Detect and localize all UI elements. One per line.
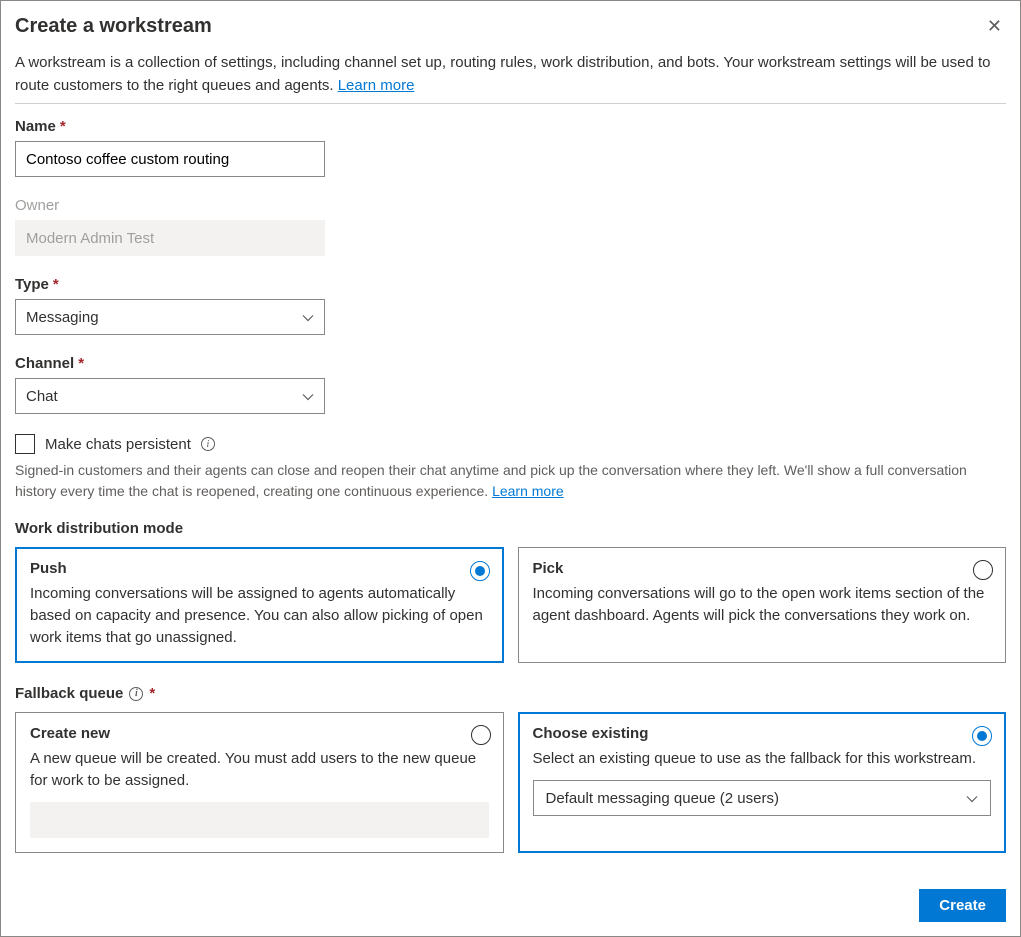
channel-value: Chat	[26, 388, 58, 405]
owner-value: Modern Admin Test	[26, 230, 154, 247]
choose-existing-desc: Select an existing queue to use as the f…	[533, 748, 992, 770]
info-icon[interactable]: i	[201, 437, 215, 451]
channel-label-text: Channel	[15, 355, 74, 372]
pick-title: Pick	[533, 560, 992, 577]
create-workstream-dialog: Create a workstream ✕ A workstream is a …	[0, 0, 1021, 937]
name-input[interactable]	[15, 141, 325, 177]
required-asterisk: *	[60, 118, 66, 135]
fallback-label: Fallback queue i *	[15, 685, 1006, 702]
dialog-title: Create a workstream	[15, 15, 212, 38]
info-icon[interactable]: i	[129, 687, 143, 701]
fallback-create-new-card[interactable]: Create new A new queue will be created. …	[15, 712, 504, 853]
type-value: Messaging	[26, 309, 99, 326]
fallback-cards: Create new A new queue will be created. …	[15, 712, 1006, 853]
description-text: A workstream is a collection of settings…	[15, 54, 991, 94]
create-new-radio[interactable]	[471, 725, 491, 745]
channel-select[interactable]: Chat	[15, 378, 325, 414]
owner-input: Modern Admin Test	[15, 220, 325, 256]
create-new-name-input	[30, 802, 489, 838]
distribution-label: Work distribution mode	[15, 520, 1006, 537]
distribution-push-card[interactable]: Push Incoming conversations will be assi…	[15, 547, 504, 663]
persistent-checkbox[interactable]	[15, 434, 35, 454]
push-title: Push	[30, 560, 489, 577]
dialog-footer: Create	[15, 889, 1006, 922]
dialog-description: A workstream is a collection of settings…	[15, 52, 1006, 97]
fallback-label-text: Fallback queue	[15, 685, 123, 702]
create-new-desc: A new queue will be created. You must ad…	[30, 748, 489, 792]
name-label: Name *	[15, 118, 1006, 135]
fallback-queue-value: Default messaging queue (2 users)	[546, 790, 779, 807]
fallback-queue-select[interactable]: Default messaging queue (2 users)	[533, 780, 992, 816]
chevron-down-icon	[302, 390, 314, 402]
type-label: Type *	[15, 276, 1006, 293]
persistent-helper: Signed-in customers and their agents can…	[15, 460, 1006, 502]
distribution-pick-card[interactable]: Pick Incoming conversations will go to t…	[518, 547, 1007, 663]
type-field: Type * Messaging	[15, 276, 1006, 335]
owner-label: Owner	[15, 197, 1006, 214]
persistent-helper-text: Signed-in customers and their agents can…	[15, 462, 967, 499]
required-asterisk: *	[53, 276, 59, 293]
persistent-checkbox-row: Make chats persistent i	[15, 434, 1006, 454]
name-label-text: Name	[15, 118, 56, 135]
close-icon[interactable]: ✕	[983, 15, 1006, 37]
required-asterisk: *	[149, 685, 155, 702]
owner-field: Owner Modern Admin Test	[15, 197, 1006, 256]
push-desc: Incoming conversations will be assigned …	[30, 583, 489, 648]
channel-label: Channel *	[15, 355, 1006, 372]
distribution-cards: Push Incoming conversations will be assi…	[15, 547, 1006, 663]
fallback-choose-existing-card[interactable]: Choose existing Select an existing queue…	[518, 712, 1007, 853]
create-button[interactable]: Create	[919, 889, 1006, 922]
chevron-down-icon	[302, 311, 314, 323]
pick-radio[interactable]	[973, 560, 993, 580]
dialog-header: Create a workstream ✕	[15, 15, 1006, 44]
learn-more-link[interactable]: Learn more	[338, 77, 415, 94]
name-field: Name *	[15, 118, 1006, 177]
choose-existing-radio[interactable]	[972, 726, 992, 746]
required-asterisk: *	[78, 355, 84, 372]
create-new-title: Create new	[30, 725, 489, 742]
divider	[15, 103, 1006, 104]
push-radio[interactable]	[470, 561, 490, 581]
pick-desc: Incoming conversations will go to the op…	[533, 583, 992, 627]
channel-field: Channel * Chat	[15, 355, 1006, 414]
type-select[interactable]: Messaging	[15, 299, 325, 335]
persistent-label: Make chats persistent	[45, 436, 191, 453]
choose-existing-title: Choose existing	[533, 725, 992, 742]
chevron-down-icon	[966, 792, 978, 804]
persistent-learn-more-link[interactable]: Learn more	[492, 483, 564, 499]
type-label-text: Type	[15, 276, 49, 293]
